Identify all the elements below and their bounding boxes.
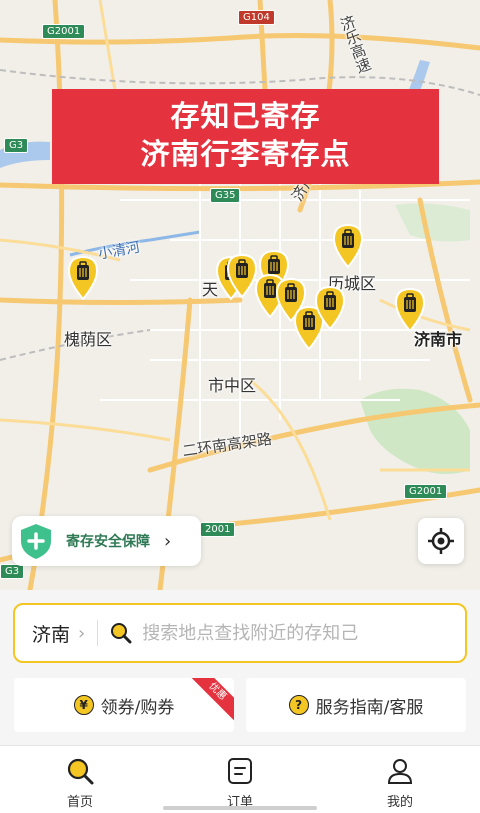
- safety-guarantee-button[interactable]: 寄存安全保障 ›: [12, 516, 201, 566]
- district-label-huaiyin: 槐荫区: [64, 330, 113, 349]
- map-view[interactable]: G2001 G104 G3 G35 G2001 2001 G3 济乐高速 济广 …: [0, 0, 480, 590]
- district-label-shizhong: 市中区: [208, 376, 257, 395]
- search-input[interactable]: [142, 622, 413, 644]
- chevron-right-icon: ›: [78, 622, 86, 644]
- order-icon: [228, 758, 252, 784]
- user-icon: [387, 759, 413, 784]
- city-selector[interactable]: 济南: [32, 620, 70, 647]
- luggage-pin-icon: [332, 224, 364, 268]
- yen-icon: ¥: [73, 695, 94, 715]
- tab-home[interactable]: 首页: [0, 746, 160, 813]
- home-indicator: [163, 806, 317, 810]
- search-icon: [67, 758, 94, 785]
- road-shield-g35: G35: [210, 188, 241, 203]
- service-guide-button[interactable]: ? 服务指南/客服: [246, 678, 466, 732]
- promo-banner: 存知己寄存 济南行李寄存点: [52, 89, 439, 184]
- tab-profile-label: 我的: [386, 795, 413, 810]
- question-icon: ?: [288, 695, 309, 715]
- shield-plus-icon: [21, 524, 51, 559]
- luggage-pin-icon: [394, 288, 426, 332]
- road-shield-g3: G3: [4, 138, 29, 153]
- banner-line1: 存知己寄存: [170, 99, 321, 133]
- storage-location-pin[interactable]: [314, 286, 346, 330]
- tab-profile[interactable]: 我的: [320, 746, 480, 813]
- crosshair-icon: [428, 528, 454, 554]
- storage-location-pin[interactable]: [67, 256, 99, 300]
- search-bar: 济南 ›: [13, 603, 467, 663]
- coupon-button[interactable]: ¥ 领券/购券 优惠: [14, 678, 234, 732]
- luggage-pin-icon: [67, 256, 99, 300]
- tab-orders[interactable]: 订单: [160, 746, 320, 813]
- banner-line2: 济南行李寄存点: [140, 137, 351, 171]
- search-icon: [111, 623, 132, 644]
- luggage-pin-icon: [314, 286, 346, 330]
- divider: [97, 620, 99, 646]
- road-shield-g3-south: G3: [0, 564, 25, 579]
- locate-me-button[interactable]: [418, 518, 464, 564]
- road-shield-g2001: G2001: [42, 24, 86, 39]
- road-shield-g2001-east: G2001: [404, 484, 448, 499]
- storage-location-pin[interactable]: [394, 288, 426, 332]
- app-screen: G2001 G104 G3 G35 G2001 2001 G3 济乐高速 济广 …: [0, 0, 480, 813]
- guide-label: 服务指南/客服: [315, 697, 424, 718]
- chevron-right-icon: ›: [164, 530, 172, 552]
- road-shield-g2001-south: 2001: [200, 522, 236, 537]
- storage-location-pin[interactable]: [332, 224, 364, 268]
- safety-label: 寄存安全保障: [66, 534, 150, 550]
- discount-ribbon: 优惠: [186, 678, 234, 723]
- coupon-label: 领券/购券: [100, 697, 175, 718]
- road-shield-g104: G104: [238, 10, 275, 25]
- tab-bar: 首页 订单 我的: [0, 745, 480, 813]
- tab-home-label: 首页: [66, 795, 93, 810]
